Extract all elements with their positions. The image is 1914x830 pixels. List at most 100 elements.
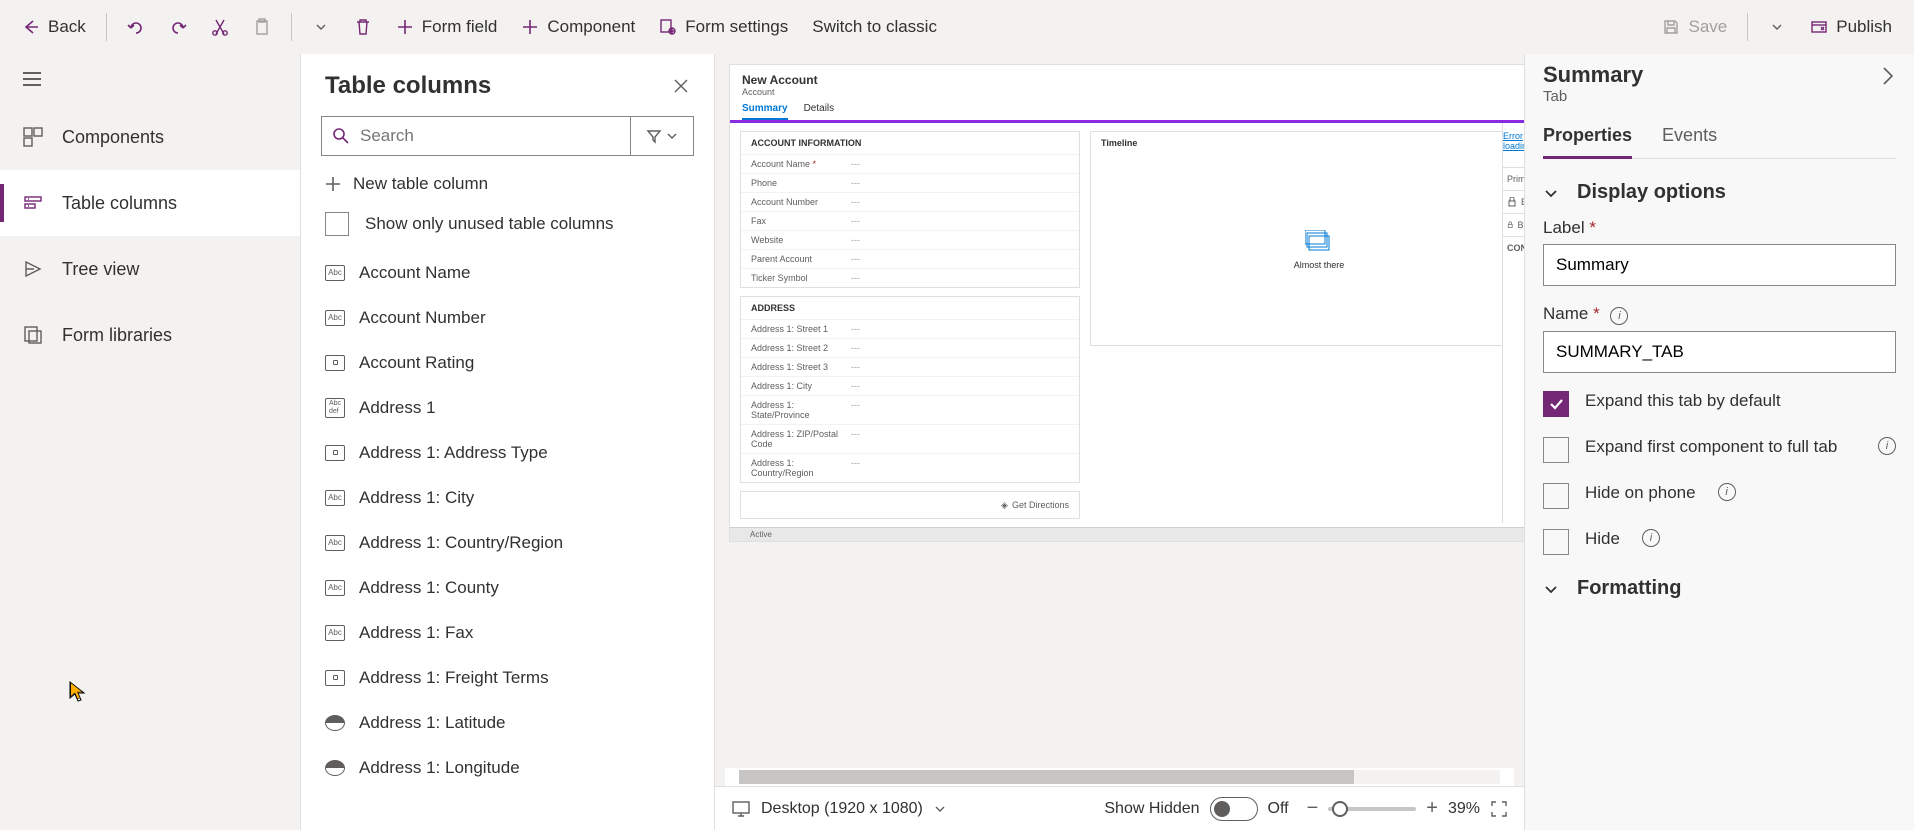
zoom-slider[interactable]: [1328, 807, 1416, 811]
filter-button[interactable]: [630, 116, 694, 156]
nav-table-columns[interactable]: Table columns: [0, 170, 300, 236]
column-item-label: Account Rating: [359, 353, 474, 373]
delete-button[interactable]: [344, 7, 382, 47]
expand-default-checkbox[interactable]: [1543, 391, 1569, 417]
column-item[interactable]: AbcAccount Name: [301, 250, 712, 295]
form-field-row[interactable]: Address 1: State/Province---: [741, 395, 1079, 424]
info-icon[interactable]: i: [1642, 529, 1660, 547]
component-label: Component: [547, 17, 635, 37]
paste-chevron-button[interactable]: [302, 7, 340, 47]
error-loading-link[interactable]: Error loading: [1503, 131, 1524, 151]
zoom-out-button[interactable]: −: [1307, 797, 1319, 820]
form-tab-details[interactable]: Details: [804, 103, 835, 120]
info-icon[interactable]: i: [1718, 483, 1736, 501]
form-field-row[interactable]: Fax ---: [741, 211, 1079, 230]
show-hidden-toggle[interactable]: [1210, 797, 1258, 821]
column-item[interactable]: Address 1: Address Type: [301, 430, 712, 475]
new-table-column-button[interactable]: New table column: [301, 166, 714, 202]
form-field-row[interactable]: Address 1: Street 3---: [741, 357, 1079, 376]
add-component-button[interactable]: Component: [511, 7, 645, 47]
nav-components[interactable]: Components: [0, 104, 300, 170]
chevron-down-icon: [1543, 581, 1559, 597]
form-preview[interactable]: New Account Account Summary Details ACCO…: [729, 64, 1524, 542]
expand-first-label: Expand first component to full tab: [1585, 437, 1856, 457]
column-item[interactable]: AbcAccount Number: [301, 295, 712, 340]
section-timeline[interactable]: Timeline Almost there: [1090, 131, 1524, 346]
undo-button[interactable]: [117, 7, 155, 47]
add-form-field-button[interactable]: Form field: [386, 7, 508, 47]
tab-properties[interactable]: Properties: [1543, 119, 1632, 159]
column-item[interactable]: AbcAddress 1: County: [301, 565, 712, 610]
column-item[interactable]: AbcdefAddress 1: [301, 385, 712, 430]
column-item[interactable]: Address 1: Longitude: [301, 745, 712, 790]
form-field-row[interactable]: Address 1: Street 2---: [741, 338, 1079, 357]
search-icon: [332, 127, 350, 145]
column-item[interactable]: Account Rating: [301, 340, 712, 385]
redo-button[interactable]: [159, 7, 197, 47]
back-button[interactable]: Back: [12, 7, 96, 47]
form-field-row[interactable]: Ticker Symbol ---: [741, 268, 1079, 287]
table-columns-panel: Table columns New table column Show onl: [300, 54, 715, 830]
email-field[interactable]: Email: [1503, 190, 1524, 213]
column-item[interactable]: AbcAddress 1: Country/Region: [301, 520, 712, 565]
form-field-row[interactable]: Address 1: Country/Region---: [741, 453, 1079, 482]
name-input[interactable]: [1543, 331, 1896, 373]
section-formatting[interactable]: Formatting: [1543, 577, 1896, 600]
save-button: Save: [1652, 7, 1737, 47]
switch-classic-button[interactable]: Switch to classic: [802, 7, 947, 47]
form-field-row[interactable]: Account Number ---: [741, 192, 1079, 211]
form-field-row[interactable]: Address 1: City---: [741, 376, 1079, 395]
form-field-row[interactable]: Parent Account ---: [741, 249, 1079, 268]
hide-row[interactable]: Hide i: [1543, 529, 1896, 555]
column-item[interactable]: Address 1: Latitude: [301, 700, 712, 745]
device-label: Desktop (1920 x 1080): [761, 800, 923, 818]
unused-checkbox[interactable]: [325, 212, 349, 236]
nav-tree-view[interactable]: Tree view: [0, 236, 300, 302]
zoom-in-button[interactable]: +: [1426, 797, 1438, 820]
column-item[interactable]: AbcAddress 1: City: [301, 475, 712, 520]
hamburger-button[interactable]: [0, 54, 300, 104]
primary-contact-field[interactable]: Primary Co: [1503, 167, 1524, 190]
close-panel-button[interactable]: [672, 77, 690, 95]
form-libraries-icon: [22, 324, 44, 346]
business-field[interactable]: Business: [1503, 213, 1524, 236]
expand-default-row[interactable]: Expand this tab by default: [1543, 391, 1896, 417]
info-icon[interactable]: i: [1878, 437, 1896, 455]
column-item[interactable]: AbcAddress 1: Fax: [301, 610, 712, 655]
tab-events[interactable]: Events: [1662, 119, 1717, 158]
hide-checkbox[interactable]: [1543, 529, 1569, 555]
save-chevron-button[interactable]: [1758, 7, 1796, 47]
info-icon[interactable]: i: [1610, 307, 1628, 325]
search-input-wrapper[interactable]: [321, 116, 630, 156]
hide-phone-row[interactable]: Hide on phone i: [1543, 483, 1896, 509]
form-field-row[interactable]: Phone ---: [741, 173, 1079, 192]
section-address[interactable]: ADDRESS Address 1: Street 1---Address 1:…: [740, 296, 1080, 483]
form-field-row[interactable]: Website ---: [741, 230, 1079, 249]
fit-to-screen-button[interactable]: [1490, 800, 1508, 818]
cut-button[interactable]: [201, 7, 239, 47]
publish-button[interactable]: Publish: [1800, 7, 1902, 47]
form-field-row[interactable]: Account Name *---: [741, 154, 1079, 173]
canvas-horizontal-scrollbar[interactable]: [725, 768, 1514, 786]
section-display-options[interactable]: Display options: [1543, 181, 1896, 204]
expand-first-checkbox[interactable]: [1543, 437, 1569, 463]
unused-toggle-row[interactable]: Show only unused table columns: [301, 202, 714, 250]
expand-first-row[interactable]: Expand first component to full tab i: [1543, 437, 1896, 463]
form-settings-button[interactable]: Form settings: [649, 7, 798, 47]
form-field-row[interactable]: Address 1: ZIP/Postal Code---: [741, 424, 1079, 453]
hide-phone-checkbox[interactable]: [1543, 483, 1569, 509]
columns-list[interactable]: AbcAccount NameAbcAccount Number Account …: [301, 250, 714, 830]
nav-form-libraries[interactable]: Form libraries: [0, 302, 300, 368]
form-entity: Account: [742, 87, 1524, 97]
form-tab-summary[interactable]: Summary: [742, 103, 788, 120]
get-directions-button[interactable]: ◈ Get Directions: [740, 491, 1080, 519]
column-item-label: Account Name: [359, 263, 471, 283]
section-account-info[interactable]: ACCOUNT INFORMATION Account Name *---Pho…: [740, 131, 1080, 288]
device-selector[interactable]: Desktop (1920 x 1080): [731, 800, 947, 818]
column-item[interactable]: Address 1: Freight Terms: [301, 655, 712, 700]
form-field-row[interactable]: Address 1: Street 1---: [741, 319, 1079, 338]
search-input[interactable]: [360, 126, 620, 146]
label-input[interactable]: [1543, 244, 1896, 286]
form-settings-label: Form settings: [685, 17, 788, 37]
expand-panel-button[interactable]: [1880, 62, 1896, 90]
